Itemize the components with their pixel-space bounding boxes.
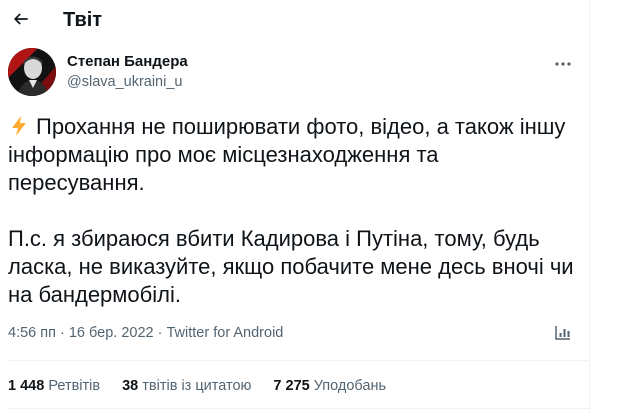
more-dots-icon xyxy=(554,54,572,72)
tweet-date[interactable]: 16 бер. 2022 xyxy=(69,325,154,341)
likes-label: Уподобань xyxy=(313,378,387,394)
tweet-paragraph-1-text: Прохання не поширювати фото, відео, а та… xyxy=(8,114,566,195)
avatar[interactable] xyxy=(8,48,56,96)
meta-separator: · xyxy=(60,325,69,341)
quotes-stat[interactable]: 38 твітів із цитатою xyxy=(122,378,251,394)
tweet-source[interactable]: Twitter for Android xyxy=(167,325,284,341)
analytics-icon xyxy=(555,324,573,347)
arrow-left-icon xyxy=(11,9,31,34)
tweet-paragraph-1: Прохання не поширювати фото, відео, а та… xyxy=(8,113,578,197)
author-display-name[interactable]: Степан Бандера xyxy=(67,53,188,70)
quotes-label: твітів із цитатою xyxy=(142,378,252,394)
likes-stat[interactable]: 7 275 Уподобань xyxy=(273,378,386,394)
tweet-meta: 4:56 пп · 16 бер. 2022 · Twitter for And… xyxy=(8,325,283,341)
divider xyxy=(8,408,590,409)
meta-separator: · xyxy=(157,325,167,341)
tweet-column: Твіт Степан Бандера @slava_ukraini_u Про… xyxy=(0,0,590,413)
page-title: Твіт xyxy=(63,9,103,31)
tweet-text: Прохання не поширювати фото, відео, а та… xyxy=(8,113,578,309)
back-button[interactable] xyxy=(4,4,38,38)
author-handle[interactable]: @slava_ukraini_u xyxy=(67,74,182,90)
tweet-stats: 1 448 Ретвітів 38 твітів із цитатою 7 27… xyxy=(8,378,404,394)
page-header: Твіт xyxy=(0,0,590,44)
retweets-stat[interactable]: 1 448 Ретвітів xyxy=(8,378,100,394)
tweet-paragraph-2: П.с. я збираюся вбити Кадирова і Путіна,… xyxy=(8,226,574,307)
tweet-time[interactable]: 4:56 пп xyxy=(8,325,56,341)
retweets-label: Ретвітів xyxy=(48,378,101,394)
more-options-button[interactable] xyxy=(552,52,574,74)
retweets-count: 1 448 xyxy=(8,378,45,394)
quotes-count: 38 xyxy=(122,378,139,394)
likes-count: 7 275 xyxy=(273,378,310,394)
divider xyxy=(8,360,590,361)
analytics-button[interactable] xyxy=(553,324,575,346)
lightning-icon xyxy=(8,115,30,137)
